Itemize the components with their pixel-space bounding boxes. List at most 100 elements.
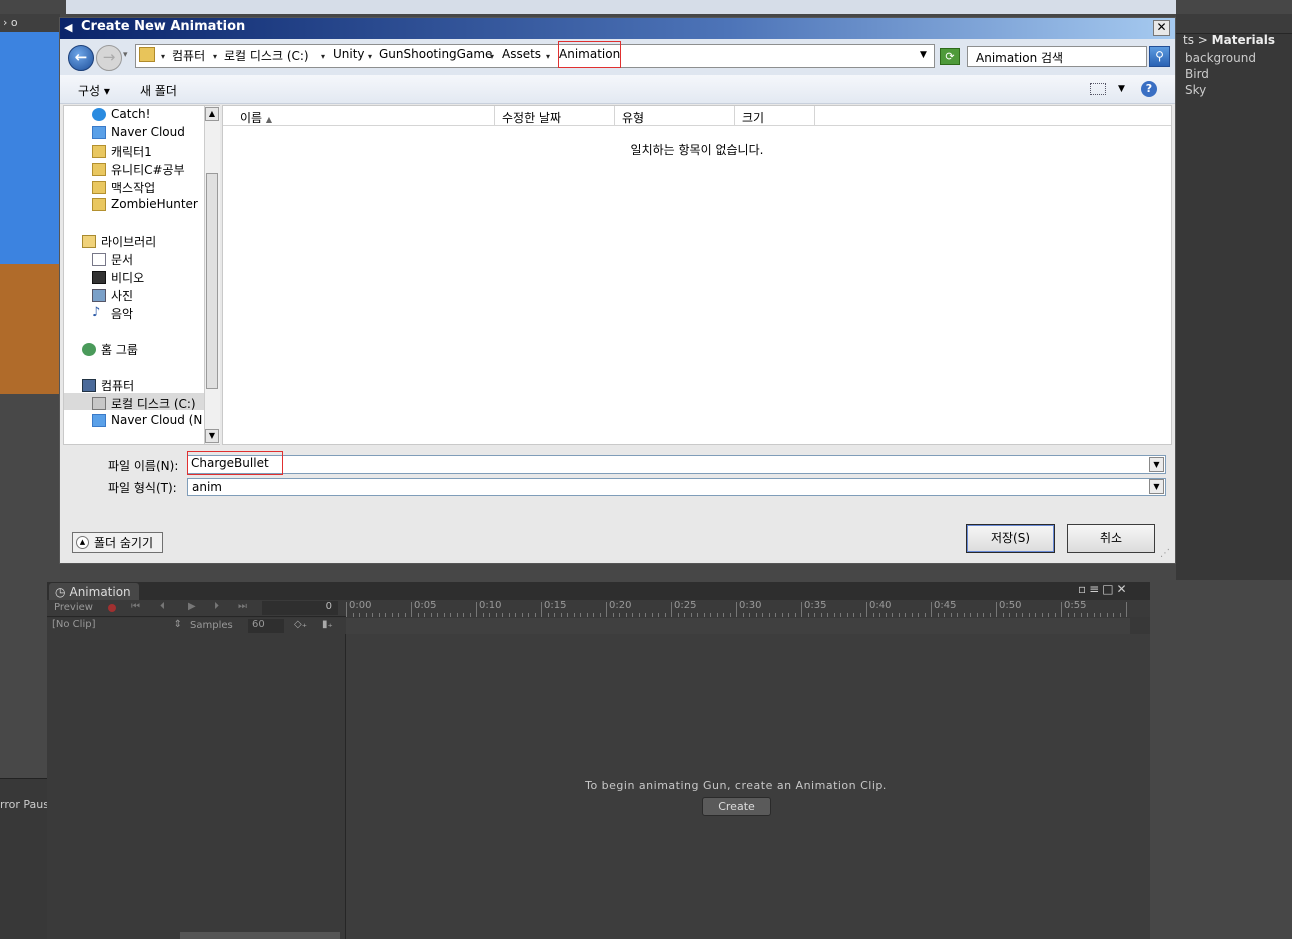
nav-item[interactable]: 사진 [92,287,133,304]
nav-item-label: 비디오 [111,271,145,285]
ruler-tick-label: 0:55 [1064,600,1087,611]
column-name[interactable]: 이름 ▲ [240,109,272,126]
view-options-icon[interactable] [1090,83,1106,95]
cancel-button[interactable]: 취소 [1067,524,1155,553]
nav-item[interactable]: Naver Cloud (N [92,413,202,427]
catch-icon [92,107,106,121]
column-divider[interactable] [614,106,615,126]
add-keyframe-icon[interactable]: ◇₊ [294,619,307,630]
homegroup-icon [82,343,96,356]
address-dropdown-icon[interactable]: ▼ [920,50,927,60]
filetype-select[interactable]: anim [187,478,1166,496]
maximize-icon[interactable]: □ [1102,582,1116,596]
column-divider[interactable] [734,106,735,126]
bottom-tabs[interactable] [180,932,340,939]
samples-field[interactable]: 60 [248,619,284,633]
column-type[interactable]: 유형 [622,109,644,126]
chevron-down-icon[interactable]: ▾ [546,52,550,61]
resize-grip-icon[interactable]: ⋰ [1160,548,1170,559]
scroll-down-icon[interactable]: ▼ [205,429,219,443]
last-key-icon[interactable]: ⏭ [238,601,247,612]
nav-item-label: Catch! [111,107,151,121]
nav-item[interactable]: 문서 [92,251,133,268]
new-folder-button[interactable]: 새 폴더 [140,82,177,99]
window-controls[interactable]: ▫≡□✕ [1078,582,1130,596]
project-item[interactable]: Sky [1185,83,1206,97]
nav-item-label: 문서 [111,253,134,267]
project-crumb-prefix[interactable]: ts [1183,33,1194,47]
filename-dropdown-icon[interactable]: ▼ [1149,457,1164,472]
view-dropdown-icon[interactable]: ▼ [1118,84,1125,94]
back-arrow-icon[interactable]: ← [68,45,94,71]
lock-icon[interactable]: ▫ [1078,582,1089,596]
menu-icon[interactable]: ≡ [1089,582,1102,596]
animation-properties-pane [47,634,346,939]
project-item[interactable]: background [1185,51,1256,65]
first-key-icon[interactable]: ⏮ [131,601,140,612]
folder-icon [92,163,106,176]
project-crumb-current[interactable]: Materials [1212,33,1275,47]
nav-item[interactable]: 맥스작업 [92,179,155,196]
breadcrumb-assets[interactable]: Assets [502,47,541,61]
hide-folders-button[interactable]: ▲ 폴더 숨기기 [72,532,163,553]
search-icon[interactable]: ⚲ [1149,46,1170,67]
close-icon[interactable]: ✕ [1117,582,1130,596]
column-divider[interactable] [814,106,815,126]
scene-toolbar-fragment: › o [0,14,60,32]
nav-item[interactable]: 컴퓨터 [82,377,134,394]
search-input[interactable]: Animation 검색 [967,46,1147,67]
column-divider[interactable] [494,106,495,126]
help-icon[interactable]: ? [1141,81,1157,97]
prev-key-icon[interactable]: ⏴ [160,601,165,612]
nav-item-label: 라이브러리 [101,235,157,249]
nav-item[interactable]: 유니티C#공부 [92,161,185,178]
nav-item[interactable]: ♪ 음악 [92,305,133,322]
breadcrumb-unity[interactable]: Unity [333,47,365,61]
column-date[interactable]: 수정한 날짜 [502,109,561,126]
save-button[interactable]: 저장(S) [966,524,1055,553]
column-size[interactable]: 크기 [742,109,764,126]
chevron-down-icon[interactable]: ▾ [368,52,372,61]
ruler-tick-label: 0:35 [804,600,827,611]
nav-item[interactable]: Naver Cloud [92,125,185,139]
play-icon[interactable]: ▶ [188,601,196,612]
nav-item[interactable]: 비디오 [92,269,144,286]
nav-item[interactable]: ZombieHunter [92,197,198,211]
tab-animation[interactable]: ◷ Animation [49,583,139,600]
chevron-down-icon[interactable]: ▾ [161,52,165,61]
chevron-down-icon[interactable]: ▾ [490,52,494,61]
project-breadcrumb[interactable]: ts > Materials [1183,33,1275,47]
nav-item[interactable]: 라이브러리 [82,233,156,250]
chevron-down-icon[interactable]: ▾ [321,52,325,61]
nav-item-label: 유니티C#공부 [111,163,185,177]
clip-select[interactable]: [No Clip] ⇕ [52,619,184,633]
close-button[interactable]: ✕ [1153,20,1170,36]
organize-menu[interactable]: 구성 ▾ [78,82,110,99]
record-icon[interactable] [108,604,116,612]
preview-toggle[interactable]: Preview [54,602,93,613]
add-event-icon[interactable]: ▮₊ [322,619,333,630]
error-pause-toggle[interactable]: rror Paus [0,798,49,811]
frame-field[interactable]: 0 [262,601,338,615]
project-toolbar [1176,14,1292,34]
create-clip-button[interactable]: Create [702,797,771,816]
project-item[interactable]: Bird [1185,67,1209,81]
nav-item[interactable]: 홈 그룹 [82,341,138,358]
refresh-icon[interactable]: ⟳ [940,48,960,65]
nav-item[interactable]: 캐릭터1 [92,143,152,160]
filename-field[interactable] [187,455,1166,474]
scroll-thumb[interactable] [206,173,218,389]
chevron-down-icon[interactable]: ▾ [213,52,217,61]
filetype-dropdown-icon[interactable]: ▼ [1149,479,1164,494]
scroll-up-icon[interactable]: ▲ [205,107,219,121]
animation-tabbar [47,582,1150,600]
next-key-icon[interactable]: ⏵ [214,601,219,612]
forward-arrow-icon[interactable]: → [96,45,122,71]
breadcrumb-local-disk[interactable]: 로컬 디스크 (C:) [224,47,309,64]
breadcrumb-gunshootinggame[interactable]: GunShootingGame [379,47,492,61]
chevron-right-icon: > [1197,33,1212,47]
breadcrumb-computer[interactable]: 컴퓨터 [172,47,205,64]
nav-item[interactable]: 로컬 디스크 (C:) [92,395,196,412]
history-dropdown-icon[interactable]: ▾ [123,50,128,60]
nav-item[interactable]: Catch! [92,107,150,121]
